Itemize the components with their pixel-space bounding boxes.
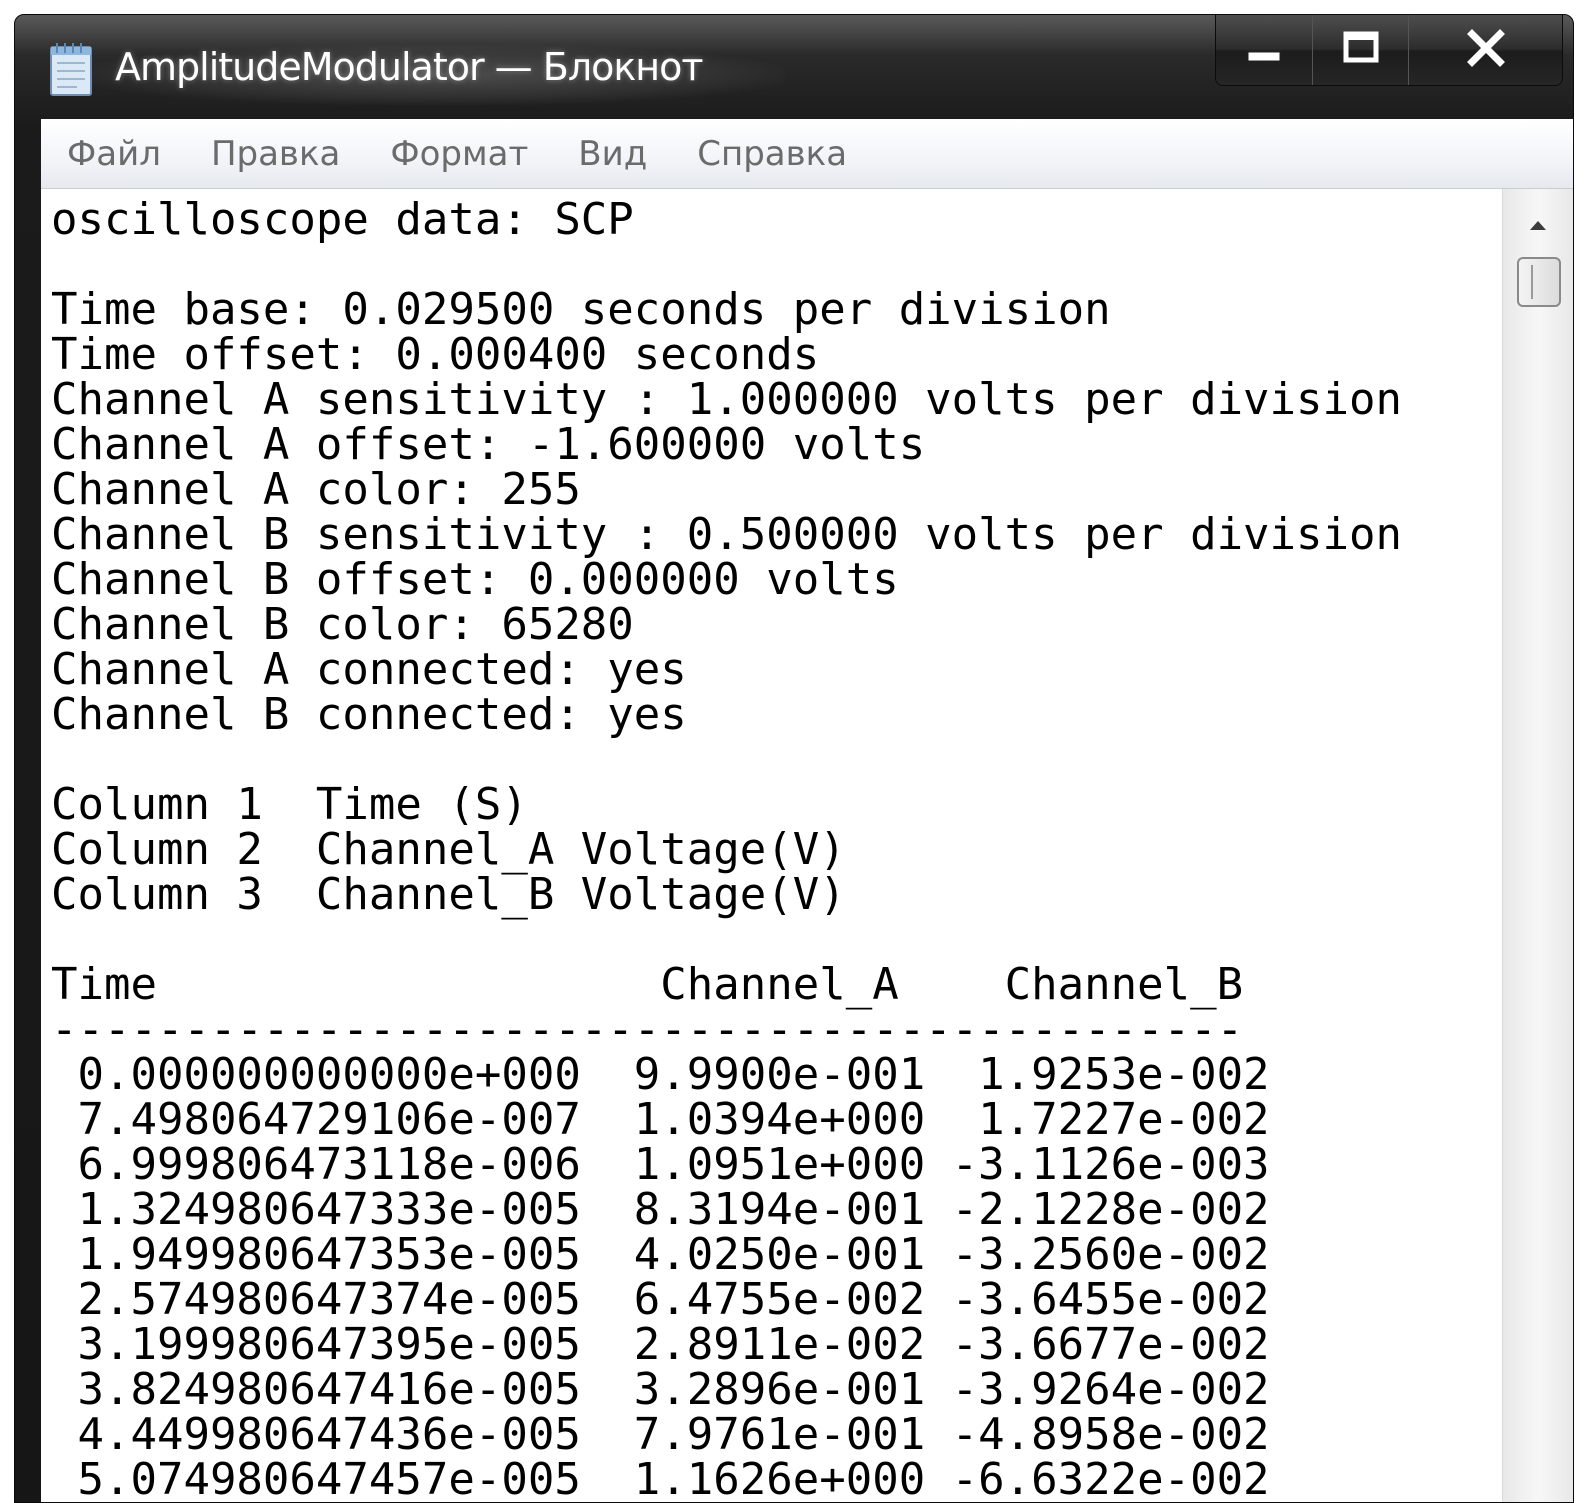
arrow-up-icon [1528,217,1548,236]
document-text[interactable]: oscilloscope data: SCP Time base: 0.0295… [51,197,1493,1502]
notepad-window: AmplitudeModulator — Блокнот Файл Правка… [14,14,1574,1503]
window-title: AmplitudeModulator — Блокнот [115,45,704,89]
scroll-thumb[interactable] [1517,257,1561,307]
menu-edit[interactable]: Правка [211,134,340,174]
menu-view[interactable]: Вид [578,134,647,174]
menu-format[interactable]: Формат [390,134,528,174]
menu-file[interactable]: Файл [67,134,161,174]
notepad-icon[interactable] [47,41,95,97]
menu-bar: Файл Правка Формат Вид Справка [41,119,1573,189]
editor-area[interactable]: oscilloscope data: SCP Time base: 0.0295… [41,189,1573,1502]
maximize-icon [1341,28,1381,72]
text-area[interactable]: oscilloscope data: SCP Time base: 0.0295… [51,197,1493,1502]
close-button[interactable] [1408,15,1562,85]
minimize-button[interactable] [1216,15,1312,85]
title-bar[interactable]: AmplitudeModulator — Блокнот [15,15,1573,119]
menu-help[interactable]: Справка [697,134,847,174]
vertical-scrollbar[interactable] [1502,189,1573,1502]
caption-buttons [1215,15,1563,86]
minimize-icon [1244,28,1284,72]
close-icon [1464,26,1508,74]
scroll-up-button[interactable] [1503,211,1573,241]
maximize-button[interactable] [1312,15,1408,85]
